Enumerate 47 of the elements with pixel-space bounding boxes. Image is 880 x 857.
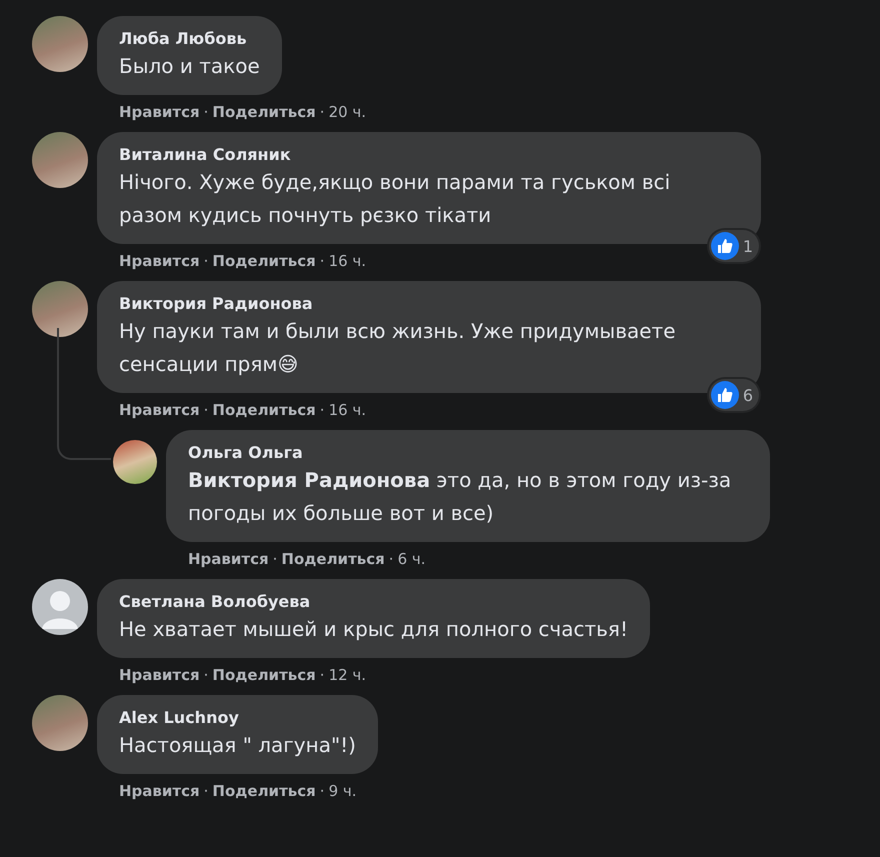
comment-time[interactable]: 16 ч. <box>328 398 366 422</box>
separator-dot: · <box>272 549 278 570</box>
comment-text: Ну пауки там и были всю жизнь. Уже придумываете сенсации прям😅 <box>119 318 676 378</box>
separator-dot: · <box>204 102 208 123</box>
action-link[interactable]: Поделиться <box>212 663 316 687</box>
action-link[interactable]: Нравится <box>119 100 200 124</box>
action-link[interactable]: Поделиться <box>212 398 316 422</box>
action-link[interactable]: Нравится <box>119 398 200 422</box>
separator-dot: · <box>320 665 325 686</box>
author-name[interactable]: Светлана Волобуева <box>119 591 628 613</box>
separator-dot: · <box>320 251 325 272</box>
author-name[interactable]: Alex Luchnoy <box>119 707 356 729</box>
separator-dot: · <box>388 549 394 570</box>
comment-text: Было и такое <box>119 53 260 80</box>
action-link[interactable]: Поделиться <box>212 779 316 803</box>
comment-time[interactable]: 9 ч. <box>328 779 357 803</box>
like-icon <box>710 381 739 409</box>
separator-dot: · <box>204 251 208 272</box>
separator-dot: · <box>320 102 325 123</box>
separator-dot: · <box>320 781 325 802</box>
action-link[interactable]: Нравится <box>119 249 200 273</box>
action-link[interactable]: Нравится <box>188 547 269 571</box>
action-link[interactable]: Поделиться <box>212 249 316 273</box>
separator-dot: · <box>204 665 208 686</box>
comment-text: Виктория Радионова это да, но в этом году из-за погоды их больше вот и все) <box>188 467 732 527</box>
separator-dot: · <box>320 400 325 421</box>
reaction-count[interactable]: 1 <box>708 230 759 262</box>
comment-time[interactable]: 20 ч. <box>328 100 366 124</box>
comment-time[interactable]: 12 ч. <box>328 663 366 687</box>
action-link[interactable]: Нравится <box>119 779 200 803</box>
comment-time[interactable]: 6 ч. <box>398 547 426 571</box>
author-name[interactable]: Люба Любовь <box>119 28 260 50</box>
author-name[interactable]: Виталина Соляник <box>119 144 739 166</box>
author-name[interactable]: Ольга Ольга <box>188 442 748 464</box>
action-link[interactable]: Поделиться <box>281 547 385 571</box>
separator-dot: · <box>204 781 208 802</box>
comment-text: Настоящая " лагуна"!) <box>119 732 356 759</box>
action-link[interactable]: Нравится <box>119 663 200 687</box>
comment-text: Не хватает мышей и крыс для полного счастья! <box>119 616 628 643</box>
action-link[interactable]: Поделиться <box>212 100 316 124</box>
avatar-photo[interactable] <box>113 440 157 484</box>
author-name[interactable]: Виктория Радионова <box>119 293 739 315</box>
like-icon <box>710 232 739 260</box>
separator-dot: · <box>204 400 208 421</box>
comment-time[interactable]: 16 ч. <box>328 249 366 273</box>
reaction-count[interactable]: 6 <box>708 379 759 411</box>
comment-text: Нічого. Хуже буде,якщо вони парами та гуськом всі разом кудись почнуть рєзко тікати <box>119 169 672 229</box>
